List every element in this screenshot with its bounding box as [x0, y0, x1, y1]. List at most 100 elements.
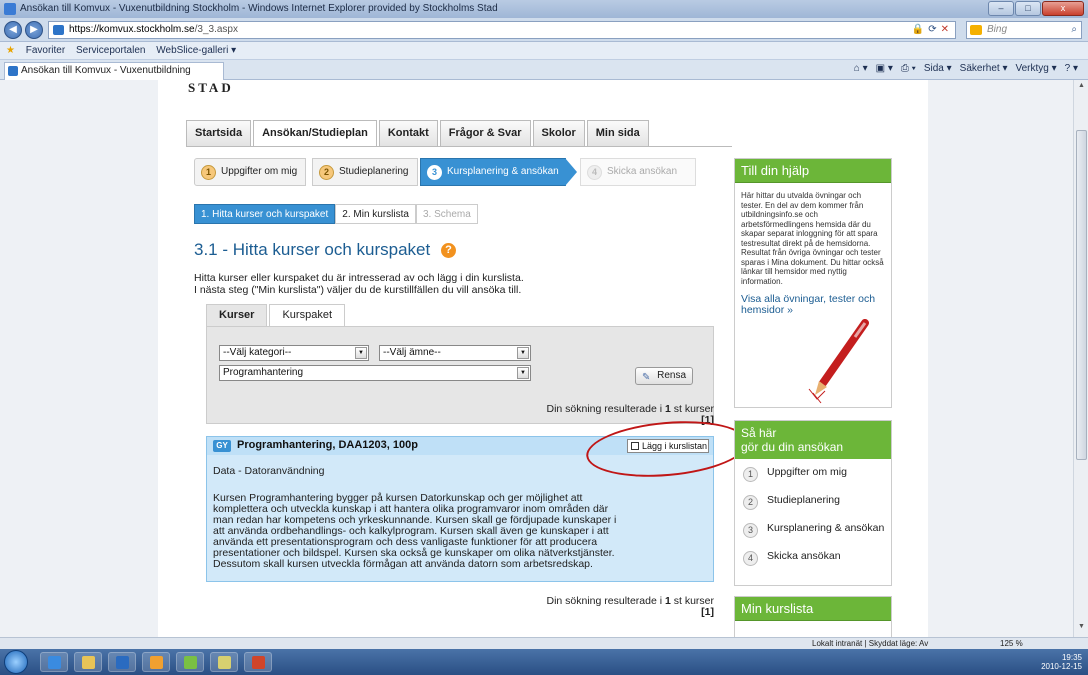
home-icon[interactable]: ⌂ ▾	[854, 63, 868, 74]
explorer-taskbar-icon[interactable]	[74, 652, 102, 672]
favorites-star-icon[interactable]: ★	[6, 45, 15, 56]
steps-list: 1 Uppgifter om mig 2 Studieplanering 3 K…	[735, 459, 891, 587]
subtab-schema: 3. Schema	[415, 204, 478, 224]
level-badge: GY	[213, 440, 231, 452]
paint-taskbar-icon[interactable]	[176, 652, 204, 672]
course-select[interactable]: Programhantering ▼	[219, 365, 531, 381]
command-bar: ⌂ ▾ ▣ ▾ ⎙ ▾ Sida ▾ Säkerhet ▾ Verktyg ▾ …	[854, 63, 1078, 74]
subject-value: --Välj ämne--	[383, 347, 441, 358]
pen-icon	[808, 319, 869, 404]
intro-line-1: Hitta kurser eller kurspaket du är intre…	[194, 272, 524, 284]
folder-taskbar-icon[interactable]	[142, 652, 170, 672]
browser-tab[interactable]: Ansökan till Komvux - Vuxenutbildning St…	[4, 62, 224, 92]
subtabs: 1. Hitta kurser och kurspaket 2. Min kur…	[194, 204, 478, 224]
site-logo[interactable]: STAD	[188, 80, 234, 96]
clock-time: 19:35	[1061, 653, 1082, 662]
help-icon[interactable]: ?	[440, 243, 456, 258]
favorites-label[interactable]: Favoriter	[26, 45, 65, 56]
refresh-icon[interactable]: ⟳	[928, 22, 936, 38]
help-box-text: Här hittar du utvalda övningar och teste…	[741, 191, 884, 286]
step-number: 2	[319, 165, 334, 180]
nav-startsida[interactable]: Startsida	[186, 120, 252, 146]
favorites-item-serviceportalen[interactable]: Serviceportalen	[76, 45, 145, 56]
wizard-step-4: 4 Skicka ansökan	[580, 158, 696, 186]
nav-min-sida[interactable]: Min sida	[586, 120, 649, 146]
result-count-bottom: Din sökning resulterade i 1 st kurser [1…	[488, 596, 714, 618]
nav-fragor[interactable]: Frågor & Svar	[439, 120, 531, 146]
tab-kurspaket[interactable]: Kurspaket	[269, 304, 345, 326]
security-zone: Lokalt intranät | Skyddat läge: Av	[812, 639, 929, 648]
minimize-button[interactable]: –	[988, 1, 1014, 16]
steps-list-item: 1 Uppgifter om mig	[741, 467, 885, 491]
wizard-step-2[interactable]: 2 Studieplanering	[312, 158, 418, 186]
intro-text: Hitta kurser eller kurspaket du är intre…	[194, 272, 584, 296]
wizard-step-1[interactable]: 1 Uppgifter om mig	[194, 158, 306, 186]
category-select[interactable]: --Välj kategori-- ▼	[219, 345, 369, 361]
scroll-down-icon[interactable]: ▼	[1076, 623, 1087, 635]
zoom-level[interactable]: 125 %	[1000, 638, 1023, 649]
steps-list-item: 4 Skicka ansökan	[741, 551, 885, 575]
wizard-step-3[interactable]: 3 Kursplanering & ansökan	[420, 158, 577, 186]
tab-page-icon	[8, 66, 18, 76]
result-prefix: Din sökning resulterade i	[546, 595, 663, 607]
system-tray[interactable]: 19:35 2010-12-15	[1041, 653, 1082, 671]
result-number: 1	[664, 403, 671, 415]
result-number: 1	[664, 595, 671, 607]
url-host: https://komvux.stockholm.se	[69, 24, 195, 35]
help-icon[interactable]: ? ▾	[1065, 63, 1078, 74]
maximize-button[interactable]: □	[1015, 1, 1041, 16]
step-number: 3	[427, 165, 442, 180]
print-icon[interactable]: ⎙ ▾	[901, 63, 916, 74]
section-title: 3.1 - Hitta kurser och kurspaket ?	[194, 240, 456, 260]
window-title: Ansökan till Komvux - Vuxenutbildning St…	[20, 3, 498, 14]
ie-taskbar-icon[interactable]	[40, 652, 68, 672]
nav-skolor[interactable]: Skolor	[532, 120, 585, 146]
scroll-up-icon[interactable]: ▲	[1076, 82, 1087, 94]
close-button[interactable]: x	[1042, 1, 1084, 16]
step-label: Uppgifter om mig	[767, 466, 847, 478]
steps-list-item: 3 Kursplanering & ansökan	[741, 523, 885, 547]
nav-kontakt[interactable]: Kontakt	[378, 120, 438, 146]
search-icon[interactable]: ⌕	[1071, 22, 1077, 38]
ie-icon	[4, 3, 16, 15]
step-label: Kursplanering & ansökan	[767, 522, 885, 534]
course-title[interactable]: Programhantering, DAA1203, 100p	[237, 439, 418, 451]
dropdown-arrow-icon[interactable]: ▼	[517, 347, 529, 359]
app-taskbar-icon[interactable]	[210, 652, 238, 672]
course-list-box: Min kurslista	[734, 596, 892, 637]
cmd-sakerhet[interactable]: Säkerhet ▾	[960, 63, 1008, 74]
back-icon[interactable]: ◀	[4, 21, 22, 39]
nav-ansokan[interactable]: Ansökan/Studieplan	[253, 120, 377, 147]
scroll-thumb[interactable]	[1076, 130, 1087, 460]
stop-icon[interactable]: ✕	[941, 22, 949, 38]
page-scrollbar[interactable]: ▲ ▼	[1073, 80, 1088, 637]
browser-viewport: STAD Startsida Ansökan/Studieplan Kontak…	[0, 80, 1073, 637]
cmd-sida[interactable]: Sida ▾	[924, 63, 952, 74]
clear-button[interactable]: ✎ Rensa	[635, 367, 693, 385]
dropdown-arrow-icon[interactable]: ▼	[355, 347, 367, 359]
cmd-verktyg[interactable]: Verktyg ▾	[1015, 63, 1056, 74]
window-titlebar: Ansökan till Komvux - Vuxenutbildning St…	[0, 0, 1088, 18]
subtab-min-kurslista[interactable]: 2. Min kurslista	[335, 204, 416, 224]
forward-icon[interactable]: ▶	[25, 21, 43, 39]
url-path: /3_3.aspx	[194, 24, 238, 35]
outlook-taskbar-icon[interactable]	[108, 652, 136, 672]
url-field[interactable]: https://komvux.stockholm.se/3_3.aspx 🔒 ⟳…	[48, 21, 956, 39]
start-icon[interactable]	[4, 650, 28, 674]
wizard-steps: 1 Uppgifter om mig 2 Studieplanering 3 K…	[194, 158, 696, 186]
dropdown-arrow-icon[interactable]: ▼	[517, 367, 529, 379]
tab-kurser[interactable]: Kurser	[206, 304, 268, 326]
feeds-icon[interactable]: ▣ ▾	[876, 63, 893, 74]
main-nav: Startsida Ansökan/Studieplan Kontakt Frå…	[186, 120, 649, 147]
favorites-item-webslice[interactable]: WebSlice-galleri ▾	[156, 45, 236, 56]
subject-select[interactable]: --Välj ämne-- ▼	[379, 345, 531, 361]
lock-icon[interactable]: 🔒	[912, 22, 924, 38]
step-label: Studieplanering	[767, 494, 840, 506]
powerpoint-taskbar-icon[interactable]	[244, 652, 272, 672]
steps-title-line-1: Så här	[741, 426, 777, 440]
search-field[interactable]: Bing ⌕	[966, 21, 1082, 39]
subtab-hitta-kurser[interactable]: 1. Hitta kurser och kurspaket	[194, 204, 336, 224]
pager-link[interactable]: [1]	[701, 606, 714, 618]
help-box-link[interactable]: Visa alla övningar, tester och hemsidor …	[735, 286, 891, 316]
step-number: 4	[587, 165, 602, 180]
